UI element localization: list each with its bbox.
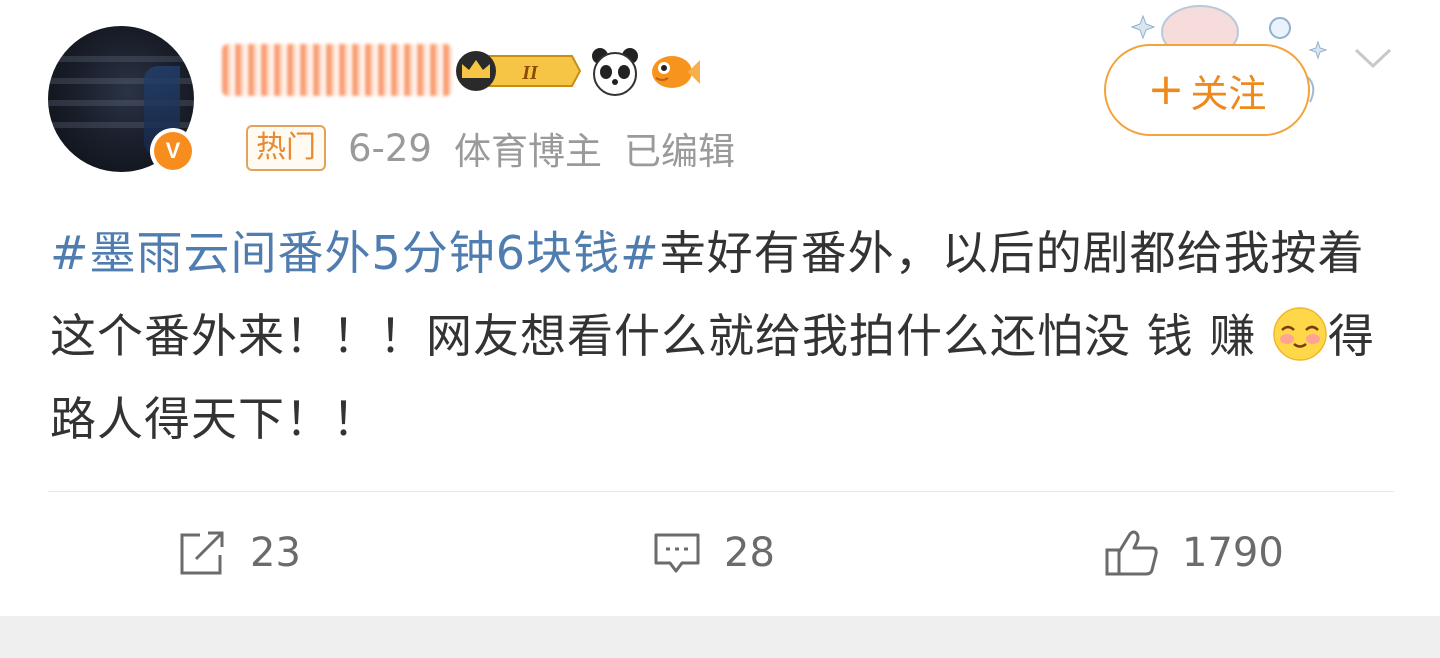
repost-button[interactable]: 23	[178, 524, 301, 582]
plus-icon: +	[1147, 64, 1185, 115]
feed-separator	[0, 616, 1440, 658]
verified-icon: V	[150, 128, 196, 174]
level-badge-text: II	[521, 62, 539, 84]
comment-button[interactable]: 28	[652, 524, 775, 582]
divider	[48, 491, 1394, 492]
edited-label[interactable]: 已编辑	[624, 121, 735, 175]
blushing-face-emoji-icon	[1273, 307, 1327, 361]
goldfish-icon	[652, 56, 700, 88]
follow-button-label: 关注	[1190, 71, 1267, 116]
panda-icon	[592, 48, 638, 96]
comment-count: 28	[724, 530, 775, 576]
repost-count: 23	[250, 530, 301, 576]
repost-icon	[180, 531, 224, 575]
verified-badge-label: V	[154, 132, 192, 170]
topic-hashtag-link[interactable]: #墨雨云间番外5分钟6块钱#	[50, 226, 660, 280]
like-button[interactable]: 1790	[1104, 524, 1284, 582]
author-name-blurred[interactable]	[222, 44, 452, 96]
hot-tag[interactable]: 热门	[246, 125, 326, 171]
post-meta: 热门 6-29 体育博主 已编辑	[246, 121, 735, 175]
author-type: 体育博主	[453, 130, 602, 173]
comment-icon	[654, 533, 700, 573]
thumbs-up-icon	[1105, 530, 1158, 576]
post-date: 6-29	[348, 126, 432, 170]
like-count: 1790	[1182, 530, 1284, 576]
member-crown-badge-icon: II	[456, 51, 582, 91]
follow-button[interactable]: + 关注	[1104, 44, 1310, 136]
post-content: #墨雨云间番外5分钟6块钱#幸好有番外，以后的剧都给我按着这个番外来！！！网友想…	[50, 212, 1380, 461]
chevron-down-icon[interactable]	[1352, 42, 1394, 74]
